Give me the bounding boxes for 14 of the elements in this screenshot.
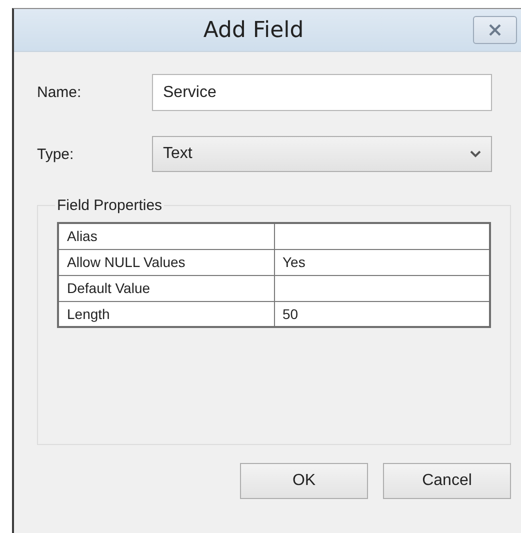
property-cell: Default Value <box>58 275 274 301</box>
field-label: Name: <box>37 84 82 101</box>
close-button[interactable] <box>473 16 517 44</box>
field-label: Type: <box>37 146 75 162</box>
cancel-button[interactable]: Cancel <box>383 463 511 499</box>
ok-button[interactable]: OK <box>240 463 368 499</box>
property-cell: Alias <box>58 223 274 249</box>
chevron-down-icon <box>470 150 481 158</box>
window-title: Add Field <box>202 18 305 42</box>
group-title: Field Properties <box>56 197 164 214</box>
name-field[interactable]: Service <box>152 74 492 111</box>
property-cell: Allow NULL Values <box>58 249 274 275</box>
type-dropdown[interactable]: Text <box>152 136 492 172</box>
close-icon <box>488 24 502 36</box>
